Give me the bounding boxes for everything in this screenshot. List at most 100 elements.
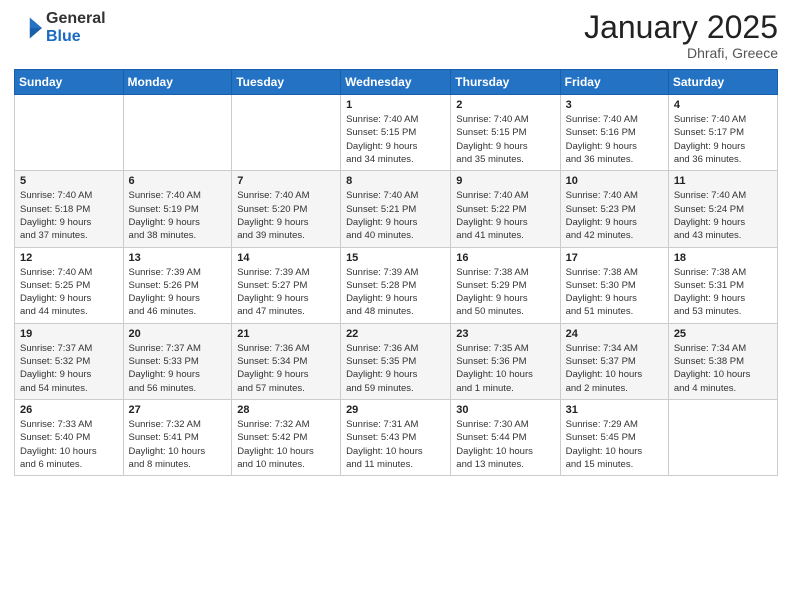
calendar-cell: 16Sunrise: 7:38 AM Sunset: 5:29 PM Dayli… (451, 247, 560, 323)
day-number: 10 (566, 175, 663, 187)
calendar-cell: 22Sunrise: 7:36 AM Sunset: 5:35 PM Dayli… (341, 323, 451, 399)
calendar-cell: 17 Sunrise: 7:38 AM Sunset: 5:30 PM Dayli… (560, 247, 668, 323)
day-info: Sunrise: 7:32 AM Sunset: 5:42 PM Dayligh… (237, 418, 335, 471)
calendar-header-row: SundayMondayTuesdayWednesdayThursdayFrid… (15, 70, 778, 95)
day-info: Sunrise: 7:37 AM Sunset: 5:33 PM Dayligh… (129, 342, 227, 395)
day-number: 30 (456, 404, 554, 416)
day-info: Sunrise: 7:40 AM Sunset: 5:21 PM Dayligh… (346, 189, 445, 242)
day-info: Sunrise: 7:39 AM Sunset: 5:27 PM Dayligh… (237, 266, 335, 319)
day-info: Sunrise: 7:31 AM Sunset: 5:43 PM Dayligh… (346, 418, 445, 471)
calendar-week-row: 1 Sunrise: 7:40 AM Sunset: 5:15 PM Daylig… (15, 95, 778, 171)
day-number: 14 (237, 252, 335, 264)
calendar-header-tuesday: Tuesday (232, 70, 341, 95)
calendar-table: SundayMondayTuesdayWednesdayThursdayFrid… (14, 69, 778, 476)
day-info: Sunrise: 7:40 AM Sunset: 5:15 PM Dayligh… (456, 113, 554, 166)
day-info: Sunrise: 7:40 AM Sunset: 5:25 PM Dayligh… (20, 266, 118, 319)
day-info: Sunrise: 7:40 AM Sunset: 5:22 PM Dayligh… (456, 189, 554, 242)
day-number: 29 (346, 404, 445, 416)
location: Dhrafi, Greece (584, 45, 778, 61)
calendar-cell: 28 Sunrise: 7:32 AM Sunset: 5:42 PM Dayli… (232, 399, 341, 475)
day-info: Sunrise: 7:40 AM Sunset: 5:20 PM Dayligh… (237, 189, 335, 242)
day-info: Sunrise: 7:40 AM Sunset: 5:18 PM Dayligh… (20, 189, 118, 242)
calendar-cell: 15 Sunrise: 7:39 AM Sunset: 5:28 PM Dayli… (341, 247, 451, 323)
day-info: Sunrise: 7:40 AM Sunset: 5:16 PM Dayligh… (566, 113, 663, 166)
calendar-header-saturday: Saturday (668, 70, 777, 95)
calendar-cell: 2 Sunrise: 7:40 AM Sunset: 5:15 PM Daylig… (451, 95, 560, 171)
calendar-cell: 19 Sunrise: 7:37 AM Sunset: 5:32 PM Dayli… (15, 323, 124, 399)
day-number: 2 (456, 99, 554, 111)
day-number: 7 (237, 175, 335, 187)
day-number: 27 (129, 404, 227, 416)
day-number: 19 (20, 328, 118, 340)
day-info: Sunrise: 7:29 AM Sunset: 5:45 PM Dayligh… (566, 418, 663, 471)
calendar-cell: 30 Sunrise: 7:30 AM Sunset: 5:44 PM Dayli… (451, 399, 560, 475)
day-number: 15 (346, 252, 445, 264)
day-number: 16 (456, 252, 554, 264)
calendar-week-row: 26 Sunrise: 7:33 AM Sunset: 5:40 PM Dayli… (15, 399, 778, 475)
day-number: 12 (20, 252, 118, 264)
calendar-cell: 4Sunrise: 7:40 AM Sunset: 5:17 PM Daylig… (668, 95, 777, 171)
calendar-cell: 5Sunrise: 7:40 AM Sunset: 5:18 PM Daylig… (15, 171, 124, 247)
calendar-cell (232, 95, 341, 171)
calendar-header-sunday: Sunday (15, 70, 124, 95)
calendar-cell: 13Sunrise: 7:39 AM Sunset: 5:26 PM Dayli… (123, 247, 232, 323)
calendar-cell: 29 Sunrise: 7:31 AM Sunset: 5:43 PM Dayli… (341, 399, 451, 475)
day-info: Sunrise: 7:33 AM Sunset: 5:40 PM Dayligh… (20, 418, 118, 471)
day-info: Sunrise: 7:34 AM Sunset: 5:37 PM Dayligh… (566, 342, 663, 395)
day-number: 9 (456, 175, 554, 187)
day-info: Sunrise: 7:38 AM Sunset: 5:31 PM Dayligh… (674, 266, 772, 319)
calendar-cell: 23 Sunrise: 7:35 AM Sunset: 5:36 PM Dayli… (451, 323, 560, 399)
day-info: Sunrise: 7:38 AM Sunset: 5:30 PM Dayligh… (566, 266, 663, 319)
calendar-cell: 11 Sunrise: 7:40 AM Sunset: 5:24 PM Dayli… (668, 171, 777, 247)
calendar-cell: 12 Sunrise: 7:40 AM Sunset: 5:25 PM Dayli… (15, 247, 124, 323)
day-number: 28 (237, 404, 335, 416)
day-number: 23 (456, 328, 554, 340)
title-block: January 2025 Dhrafi, Greece (584, 10, 778, 61)
logo: General Blue (14, 10, 106, 45)
calendar-cell: 8 Sunrise: 7:40 AM Sunset: 5:21 PM Daylig… (341, 171, 451, 247)
calendar-week-row: 12 Sunrise: 7:40 AM Sunset: 5:25 PM Dayli… (15, 247, 778, 323)
day-info: Sunrise: 7:37 AM Sunset: 5:32 PM Dayligh… (20, 342, 118, 395)
calendar-week-row: 5Sunrise: 7:40 AM Sunset: 5:18 PM Daylig… (15, 171, 778, 247)
day-info: Sunrise: 7:32 AM Sunset: 5:41 PM Dayligh… (129, 418, 227, 471)
day-number: 3 (566, 99, 663, 111)
calendar-header-wednesday: Wednesday (341, 70, 451, 95)
calendar-cell: 21Sunrise: 7:36 AM Sunset: 5:34 PM Dayli… (232, 323, 341, 399)
calendar-cell (668, 399, 777, 475)
calendar-cell: 14 Sunrise: 7:39 AM Sunset: 5:27 PM Dayli… (232, 247, 341, 323)
day-number: 1 (346, 99, 445, 111)
calendar-header-thursday: Thursday (451, 70, 560, 95)
calendar-cell: 1 Sunrise: 7:40 AM Sunset: 5:15 PM Daylig… (341, 95, 451, 171)
logo-text: General Blue (46, 10, 106, 45)
calendar-header-friday: Friday (560, 70, 668, 95)
day-number: 26 (20, 404, 118, 416)
day-number: 31 (566, 404, 663, 416)
day-number: 8 (346, 175, 445, 187)
calendar-cell: 31 Sunrise: 7:29 AM Sunset: 5:45 PM Dayli… (560, 399, 668, 475)
calendar-cell: 27 Sunrise: 7:32 AM Sunset: 5:41 PM Dayli… (123, 399, 232, 475)
logo-icon (14, 14, 42, 42)
day-number: 25 (674, 328, 772, 340)
day-info: Sunrise: 7:40 AM Sunset: 5:15 PM Dayligh… (346, 113, 445, 166)
day-number: 24 (566, 328, 663, 340)
calendar-header-monday: Monday (123, 70, 232, 95)
header: General Blue January 2025 Dhrafi, Greece (14, 10, 778, 61)
day-info: Sunrise: 7:34 AM Sunset: 5:38 PM Dayligh… (674, 342, 772, 395)
day-info: Sunrise: 7:36 AM Sunset: 5:35 PM Dayligh… (346, 342, 445, 395)
day-info: Sunrise: 7:39 AM Sunset: 5:28 PM Dayligh… (346, 266, 445, 319)
day-number: 11 (674, 175, 772, 187)
day-info: Sunrise: 7:40 AM Sunset: 5:24 PM Dayligh… (674, 189, 772, 242)
calendar-cell: 10 Sunrise: 7:40 AM Sunset: 5:23 PM Dayli… (560, 171, 668, 247)
day-info: Sunrise: 7:35 AM Sunset: 5:36 PM Dayligh… (456, 342, 554, 395)
calendar-cell (15, 95, 124, 171)
day-number: 17 (566, 252, 663, 264)
calendar-cell: 7 Sunrise: 7:40 AM Sunset: 5:20 PM Daylig… (232, 171, 341, 247)
calendar-cell: 25 Sunrise: 7:34 AM Sunset: 5:38 PM Dayli… (668, 323, 777, 399)
calendar-cell (123, 95, 232, 171)
calendar-cell: 9 Sunrise: 7:40 AM Sunset: 5:22 PM Daylig… (451, 171, 560, 247)
day-info: Sunrise: 7:40 AM Sunset: 5:23 PM Dayligh… (566, 189, 663, 242)
day-info: Sunrise: 7:30 AM Sunset: 5:44 PM Dayligh… (456, 418, 554, 471)
calendar-cell: 20Sunrise: 7:37 AM Sunset: 5:33 PM Dayli… (123, 323, 232, 399)
calendar-cell: 24 Sunrise: 7:34 AM Sunset: 5:37 PM Dayli… (560, 323, 668, 399)
calendar-cell: 6Sunrise: 7:40 AM Sunset: 5:19 PM Daylig… (123, 171, 232, 247)
